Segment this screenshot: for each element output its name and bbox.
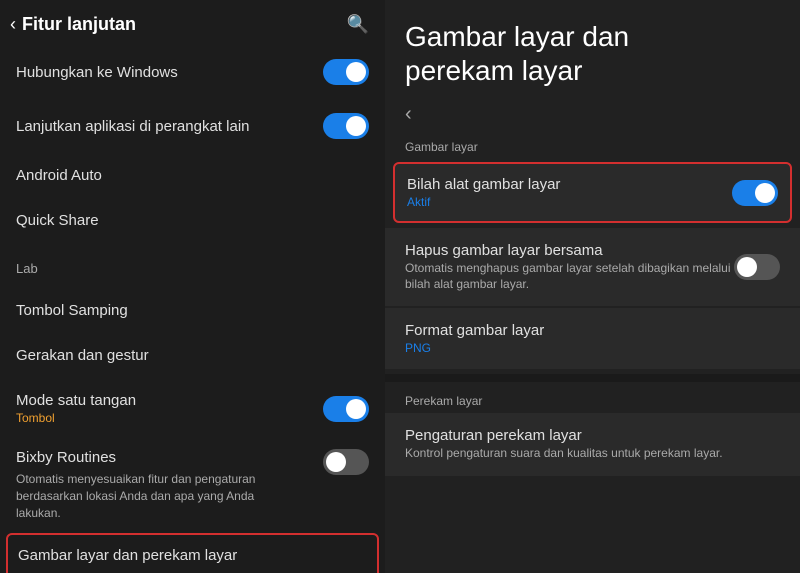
sidebar-item-gambar-layar[interactable]: Gambar layar dan perekam layar	[6, 533, 379, 573]
sidebar-item-quick-share[interactable]: Quick Share	[0, 198, 385, 243]
sidebar-item-hubungkan[interactable]: Hubungkan ke Windows	[0, 45, 385, 99]
menu-item-label: Bixby Routines	[16, 449, 116, 466]
sidebar-item-tombol-samping[interactable]: Tombol Samping	[0, 288, 385, 333]
right-panel: Gambar layar danperekam layar ‹ Gambar l…	[385, 0, 800, 573]
back-arrow-icon[interactable]: ‹	[10, 14, 16, 35]
perekam-content: Pengaturan perekam layar Kontrol pengatu…	[405, 427, 723, 462]
left-header-left: ‹ Fitur lanjutan	[10, 14, 136, 35]
setting-pengaturan-perekam[interactable]: Pengaturan perekam layar Kontrol pengatu…	[385, 413, 800, 476]
menu-item-sub: Tombol	[16, 411, 136, 425]
setting-desc: Kontrol pengaturan suara dan kualitas un…	[405, 446, 723, 462]
sidebar-item-mode-satu[interactable]: Mode satu tangan Tombol	[0, 378, 385, 439]
bilah-content: Bilah alat gambar layar Aktif	[407, 176, 560, 209]
toggle-hapus[interactable]	[734, 254, 780, 280]
toggle-lanjutkan[interactable]	[323, 113, 369, 139]
sidebar-item-gerakan-gestur[interactable]: Gerakan dan gestur	[0, 333, 385, 378]
left-panel: ‹ Fitur lanjutan 🔍 Hubungkan ke Windows …	[0, 0, 385, 573]
setting-hapus-gambar[interactable]: Hapus gambar layar bersama Otomatis meng…	[385, 228, 800, 306]
menu-item-label: Gerakan dan gestur	[16, 347, 149, 364]
section-gambar-label: Gambar layar	[385, 132, 800, 158]
bixby-content: Bixby Routines Otomatis menyesuaikan fit…	[16, 449, 286, 521]
right-divider	[385, 374, 800, 382]
right-back-button[interactable]: ‹	[385, 97, 800, 132]
format-content: Format gambar layar PNG	[405, 322, 544, 355]
left-panel-title: Fitur lanjutan	[22, 14, 136, 35]
section-lab-label: Lab	[0, 251, 385, 280]
toggle-bilah-alat[interactable]	[732, 180, 778, 206]
setting-bilah-alat[interactable]: Bilah alat gambar layar Aktif	[393, 162, 792, 223]
sidebar-item-android-auto[interactable]: Android Auto	[0, 153, 385, 198]
toggle-hubungkan[interactable]	[323, 59, 369, 85]
menu-item-label: Mode satu tangan	[16, 392, 136, 409]
menu-item-label: Tombol Samping	[16, 302, 128, 319]
menu-item-label: Hubungkan ke Windows	[16, 64, 178, 81]
menu-item-label: Lanjutkan aplikasi di perangkat lain	[16, 118, 250, 135]
right-panel-title: Gambar layar danperekam layar	[405, 20, 780, 87]
setting-label: Hapus gambar layar bersama	[405, 242, 734, 259]
sidebar-item-lanjutkan[interactable]: Lanjutkan aplikasi di perangkat lain	[0, 99, 385, 153]
menu-item-label: Gambar layar dan perekam layar	[18, 547, 237, 564]
setting-label: Bilah alat gambar layar	[407, 176, 560, 193]
left-header: ‹ Fitur lanjutan 🔍	[0, 0, 385, 45]
bixby-row: Bixby Routines Otomatis menyesuaikan fit…	[16, 449, 369, 521]
sidebar-item-bixby[interactable]: Bixby Routines Otomatis menyesuaikan fit…	[0, 439, 385, 531]
bixby-desc: Otomatis menyesuaikan fitur dan pengatur…	[16, 471, 286, 521]
setting-sub-active: Aktif	[407, 195, 560, 209]
section-perekam-label: Perekam layar	[385, 386, 800, 412]
toggle-bixby[interactable]	[323, 449, 369, 475]
setting-label: Format gambar layar	[405, 322, 544, 339]
mode-satu-content: Mode satu tangan Tombol	[16, 392, 136, 425]
setting-desc: Otomatis menghapus gambar layar setelah …	[405, 261, 734, 292]
toggle-mode-satu[interactable]	[323, 396, 369, 422]
menu-item-label: Android Auto	[16, 167, 102, 184]
setting-format-gambar[interactable]: Format gambar layar PNG	[385, 308, 800, 369]
setting-value: PNG	[405, 341, 544, 355]
menu-item-label: Quick Share	[16, 212, 99, 229]
hapus-content: Hapus gambar layar bersama Otomatis meng…	[405, 242, 734, 292]
setting-label: Pengaturan perekam layar	[405, 427, 723, 444]
search-icon[interactable]: 🔍	[347, 14, 369, 35]
right-title-area: Gambar layar danperekam layar	[385, 0, 800, 97]
